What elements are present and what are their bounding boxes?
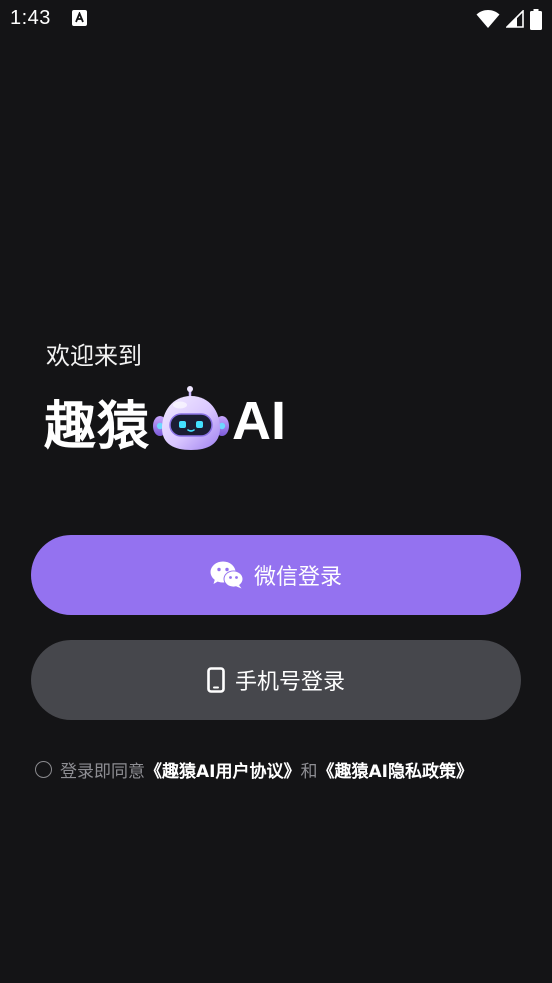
brand-suffix: AI <box>232 391 287 451</box>
robot-mascot-icon <box>153 386 230 450</box>
brand-name: 趣猿 <box>44 396 151 457</box>
status-bar: 1:43 <box>0 0 552 38</box>
phone-login-label: 手机号登录 <box>234 670 345 695</box>
phone-login-button[interactable]: 手机号登录 <box>31 640 521 720</box>
font-notification-icon <box>72 10 87 26</box>
smartphone-icon <box>207 667 225 693</box>
agreement-row: 登录即同意 《趣猿AI用户协议》 和 《趣猿AI隐私政策》 <box>35 757 473 782</box>
agreement-prefix: 登录即同意 <box>60 762 145 782</box>
agreement-checkbox[interactable] <box>35 761 52 778</box>
status-icons <box>476 8 542 30</box>
battery-icon <box>530 8 542 30</box>
wechat-login-button[interactable]: 微信登录 <box>31 535 521 615</box>
privacy-policy-link[interactable]: 《趣猿AI隐私政策》 <box>317 757 472 782</box>
status-time: 1:43 <box>10 7 51 29</box>
wifi-icon <box>476 10 500 28</box>
user-agreement-link[interactable]: 《趣猿AI用户协议》 <box>145 757 300 782</box>
wechat-icon <box>210 561 244 589</box>
wechat-login-label: 微信登录 <box>253 565 342 590</box>
welcome-text: 欢迎来到 <box>46 342 142 370</box>
brand-title: 趣猿 AI <box>44 386 287 457</box>
agreement-conjunction: 和 <box>300 762 318 782</box>
signal-icon <box>506 10 524 28</box>
